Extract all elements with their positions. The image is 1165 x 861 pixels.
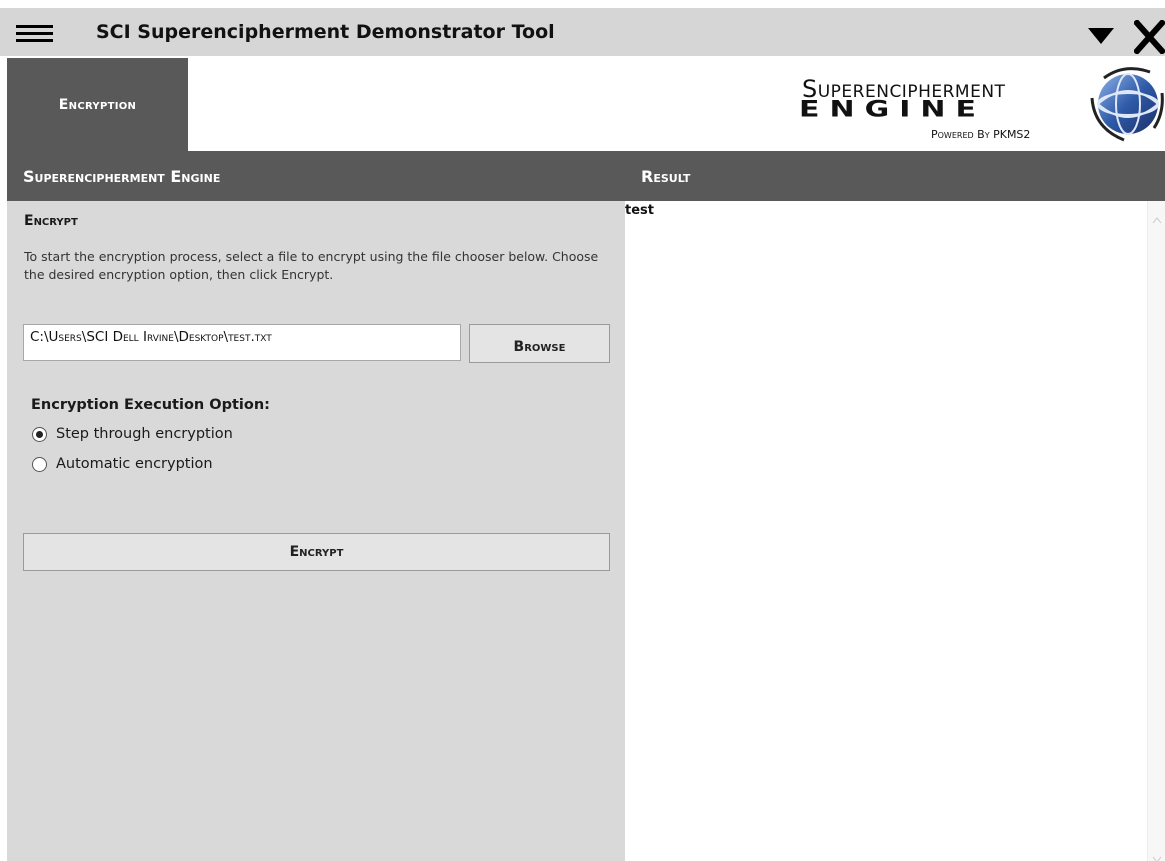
radio-automatic[interactable]: Automatic encryption — [32, 456, 213, 472]
encrypt-section-title: Encrypt — [24, 213, 78, 229]
browse-button[interactable]: Browse — [469, 324, 610, 363]
file-path-input[interactable]: C:\Users\SCI Dell Irvine\Desktop\test.tx… — [23, 324, 461, 361]
triangle-down-icon[interactable] — [1088, 28, 1114, 44]
encrypt-button[interactable]: Encrypt — [23, 533, 610, 571]
logo-tagline: Powered By PKMS2 — [931, 128, 1031, 141]
result-panel[interactable]: test — [625, 201, 1147, 861]
instructions-text: To start the encryption process, select … — [24, 249, 599, 282]
scroll-up-icon[interactable] — [1152, 209, 1162, 224]
engine-panel-header: Superencipherment Engine — [7, 151, 625, 201]
tab-encryption[interactable]: Encryption — [7, 58, 188, 151]
result-scrollbar[interactable] — [1147, 201, 1165, 861]
logo-subtitle: ENGINE — [799, 96, 986, 123]
hamburger-menu-icon[interactable] — [16, 25, 53, 43]
scroll-down-icon[interactable] — [1152, 849, 1162, 861]
superencipherment-logo: Superencipherment ENGINE Powered By PKMS… — [797, 58, 1165, 148]
tab-row: Encryption Superencipherment ENGINE Powe… — [0, 56, 1165, 151]
close-x-icon[interactable] — [1134, 20, 1165, 54]
radio-button[interactable] — [32, 456, 47, 472]
result-panel-header: Result — [625, 151, 1165, 201]
radio-step-through-label: Step through encryption — [56, 426, 233, 442]
radio-button-selected[interactable] — [32, 426, 47, 442]
title-bar: SCI Superencipherment Demonstrator Tool — [0, 8, 1165, 56]
radio-automatic-label: Automatic encryption — [56, 456, 213, 472]
execution-option-label: Encryption Execution Option: — [31, 397, 270, 413]
app-title: SCI Superencipherment Demonstrator Tool — [96, 21, 555, 43]
result-text: test — [625, 203, 654, 218]
globe-logo-icon — [1084, 58, 1165, 148]
encrypt-panel: Encrypt To start the encryption process,… — [7, 201, 625, 861]
radio-step-through[interactable]: Step through encryption — [32, 426, 233, 442]
